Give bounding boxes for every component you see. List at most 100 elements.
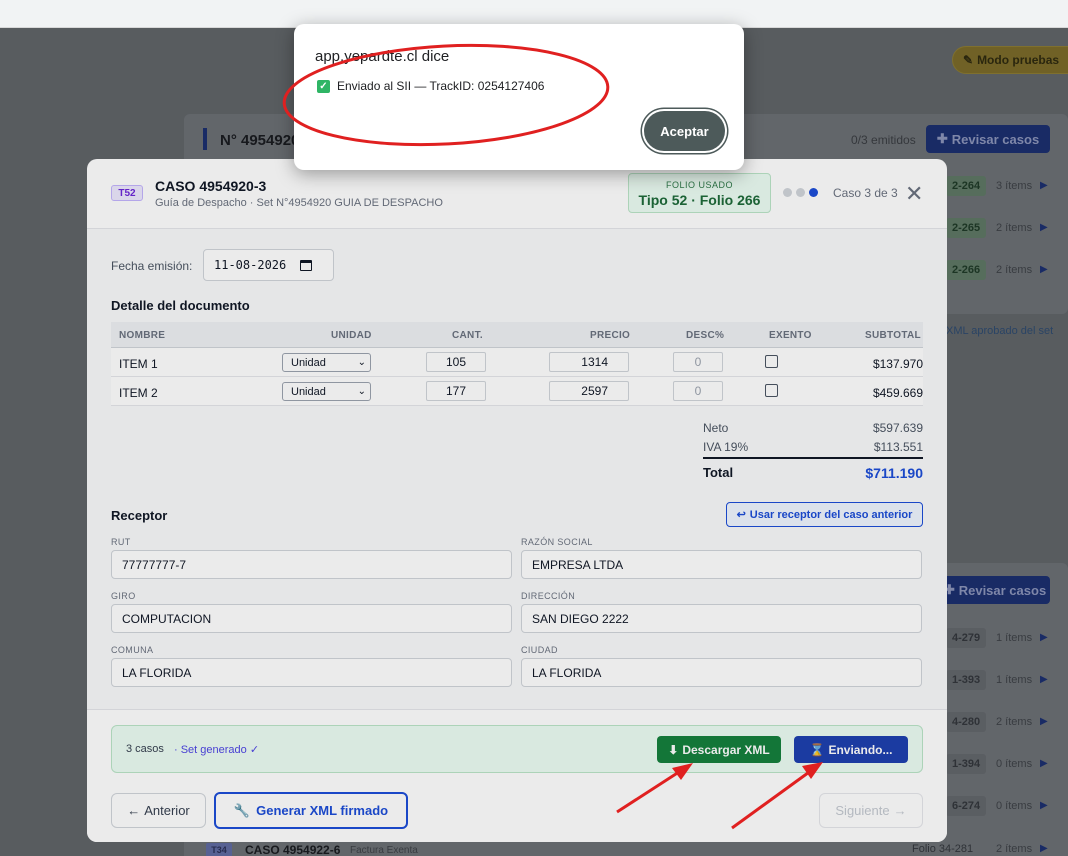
chevron-down-icon: ⌄ <box>357 386 366 397</box>
alert-title: app.yepardte.cl dice <box>315 48 450 65</box>
fecha-input[interactable]: 11-08-2026 <box>203 249 334 281</box>
folio-value: Tipo 52 · Folio 266 <box>638 192 761 208</box>
wrench-icon: 🔧 <box>233 802 251 818</box>
step-dot-active <box>809 188 818 197</box>
giro-input[interactable]: COMPUTACION <box>111 604 512 633</box>
anterior-button[interactable]: ← Anterior <box>111 793 206 828</box>
case-title: CASO 4954920-3 <box>155 178 267 194</box>
cantidad-input[interactable]: 177 <box>426 381 486 401</box>
neto-value: $597.639 <box>872 421 923 435</box>
descargar-xml-button[interactable]: ⬇ Descargar XML <box>657 736 781 763</box>
modal-body: Fecha emisión: 11-08-2026 Detalle del do… <box>87 229 947 709</box>
table-row: ITEM 1 Unidad ⌄ 105 1314 0 $137.970 <box>111 348 923 377</box>
revisar-casos-button-2[interactable]: ✚ Revisar casos <box>940 576 1050 604</box>
play-icon[interactable]: ▶ <box>1040 800 1048 811</box>
arrow-left-icon: ← <box>127 803 141 818</box>
iva-line: IVA 19% $113.551 <box>703 440 923 458</box>
modo-pruebas-badge: ✎ Modo pruebas <box>952 46 1068 74</box>
return-icon: ↩ <box>736 509 746 521</box>
cantidad-input[interactable]: 105 <box>426 352 486 372</box>
modo-pruebas-label: Modo pruebas <box>977 53 1060 67</box>
case-sub: Factura Exenta <box>350 845 418 856</box>
rut-input[interactable]: 77777777-7 <box>111 550 512 579</box>
direccion-label: DIRECCIÓN <box>521 591 576 601</box>
precio-input[interactable]: 2597 <box>549 381 629 401</box>
total-value: $711.190 <box>865 465 923 481</box>
arrow-right-icon: → <box>893 803 907 818</box>
items-count: 2 ítems <box>996 222 1033 234</box>
step-text: Caso 3 de 3 <box>833 186 898 200</box>
play-icon[interactable]: ▶ <box>1040 264 1048 275</box>
table-row: ITEM 2 Unidad ⌄ 177 2597 0 $459.669 <box>111 377 923 406</box>
ciudad-input[interactable]: LA FLORIDA <box>521 658 922 687</box>
enviando-label: Enviando... <box>828 742 893 757</box>
play-icon[interactable]: ▶ <box>1040 843 1048 854</box>
items-count: 2 ítems <box>996 264 1033 276</box>
item-name: ITEM 2 <box>119 386 158 400</box>
descargar-xml-label: Descargar XML <box>682 742 770 757</box>
emitidos-count: 0/3 emitidos <box>851 133 916 147</box>
revisar-casos-button[interactable]: ✚ Revisar casos <box>926 125 1050 153</box>
pencil-icon: ✎ <box>963 53 974 67</box>
aceptar-button[interactable]: Aceptar <box>644 111 725 151</box>
totals-divider <box>703 457 923 459</box>
download-icon: ⬇ <box>668 742 679 757</box>
comuna-input[interactable]: LA FLORIDA <box>111 658 512 687</box>
razon-social-input[interactable]: EMPRESA LTDA <box>521 550 922 579</box>
anterior-label: Anterior <box>144 803 190 818</box>
total-label: Total <box>703 465 734 480</box>
items-count: 1 ítems <box>996 632 1033 644</box>
enviando-button[interactable]: ⌛ Enviando... <box>794 736 908 763</box>
table-header: NOMBRE UNIDAD CANT. PRECIO DESC% EXENTO … <box>111 322 923 348</box>
folio-badge: 2-266 <box>946 260 986 280</box>
col-subtotal: SUBTOTAL <box>865 330 921 341</box>
check-icon: ✓ <box>317 79 330 93</box>
folio-badge: 4-280 <box>946 712 986 732</box>
play-icon[interactable]: ▶ <box>1040 222 1048 233</box>
play-icon[interactable]: ▶ <box>1040 716 1048 727</box>
modal-footer: 3 casos · Set generado ✓ ⬇ Descargar XML … <box>87 709 947 842</box>
rut-label: RUT <box>111 537 131 547</box>
set-generado-text: · Set generado ✓ <box>174 744 260 756</box>
col-nombre: NOMBRE <box>119 330 166 341</box>
folio-badge: 1-393 <box>946 670 986 690</box>
unidad-value: Unidad <box>291 385 326 398</box>
folio-badge: 6-274 <box>946 796 986 816</box>
desc-input[interactable]: 0 <box>673 352 723 372</box>
folio-badge: 2-265 <box>946 218 986 238</box>
calendar-icon[interactable] <box>300 259 313 271</box>
exento-checkbox[interactable] <box>765 355 778 368</box>
precio-input[interactable]: 1314 <box>549 352 629 372</box>
generar-xml-button[interactable]: 🔧 Generar XML firmado <box>214 792 408 829</box>
generar-xml-label: Generar XML firmado <box>256 803 389 818</box>
desc-input[interactable]: 0 <box>673 381 723 401</box>
neto-line: Neto $597.639 <box>703 421 923 435</box>
play-icon[interactable]: ▶ <box>1040 632 1048 643</box>
play-icon[interactable]: ▶ <box>1040 674 1048 685</box>
folio-label: FOLIO USADO <box>665 180 733 190</box>
fecha-label: Fecha emisión: <box>111 259 193 273</box>
col-cant: CANT. <box>452 330 483 341</box>
siguiente-button[interactable]: Siguiente → <box>819 793 923 828</box>
items-count: 1 ítems <box>996 674 1033 686</box>
step-indicator <box>783 188 818 197</box>
step-dot <box>796 188 805 197</box>
unidad-select[interactable]: Unidad ⌄ <box>282 353 371 372</box>
unidad-value: Unidad <box>291 356 326 369</box>
set-accent-bar <box>203 128 207 150</box>
play-icon[interactable]: ▶ <box>1040 180 1048 191</box>
play-icon[interactable]: ▶ <box>1040 758 1048 769</box>
col-desc: DESC% <box>686 330 725 341</box>
comuna-label: COMUNA <box>111 645 154 655</box>
revisar-casos-label: Revisar casos <box>958 582 1047 598</box>
chevron-down-icon: ⌄ <box>357 357 366 368</box>
close-icon[interactable]: ✕ <box>905 183 923 205</box>
case-subtitle: Guía de Despacho · Set N°4954920 GUIA DE… <box>155 197 443 209</box>
hourglass-icon: ⌛ <box>809 742 825 757</box>
case-modal: T52 CASO 4954920-3 Guía de Despacho · Se… <box>87 159 947 842</box>
unidad-select[interactable]: Unidad ⌄ <box>282 382 371 401</box>
usar-receptor-button[interactable]: ↩ Usar receptor del caso anterior <box>726 502 923 527</box>
items-count: 2 ítems <box>996 843 1033 855</box>
direccion-input[interactable]: SAN DIEGO 2222 <box>521 604 922 633</box>
exento-checkbox[interactable] <box>765 384 778 397</box>
